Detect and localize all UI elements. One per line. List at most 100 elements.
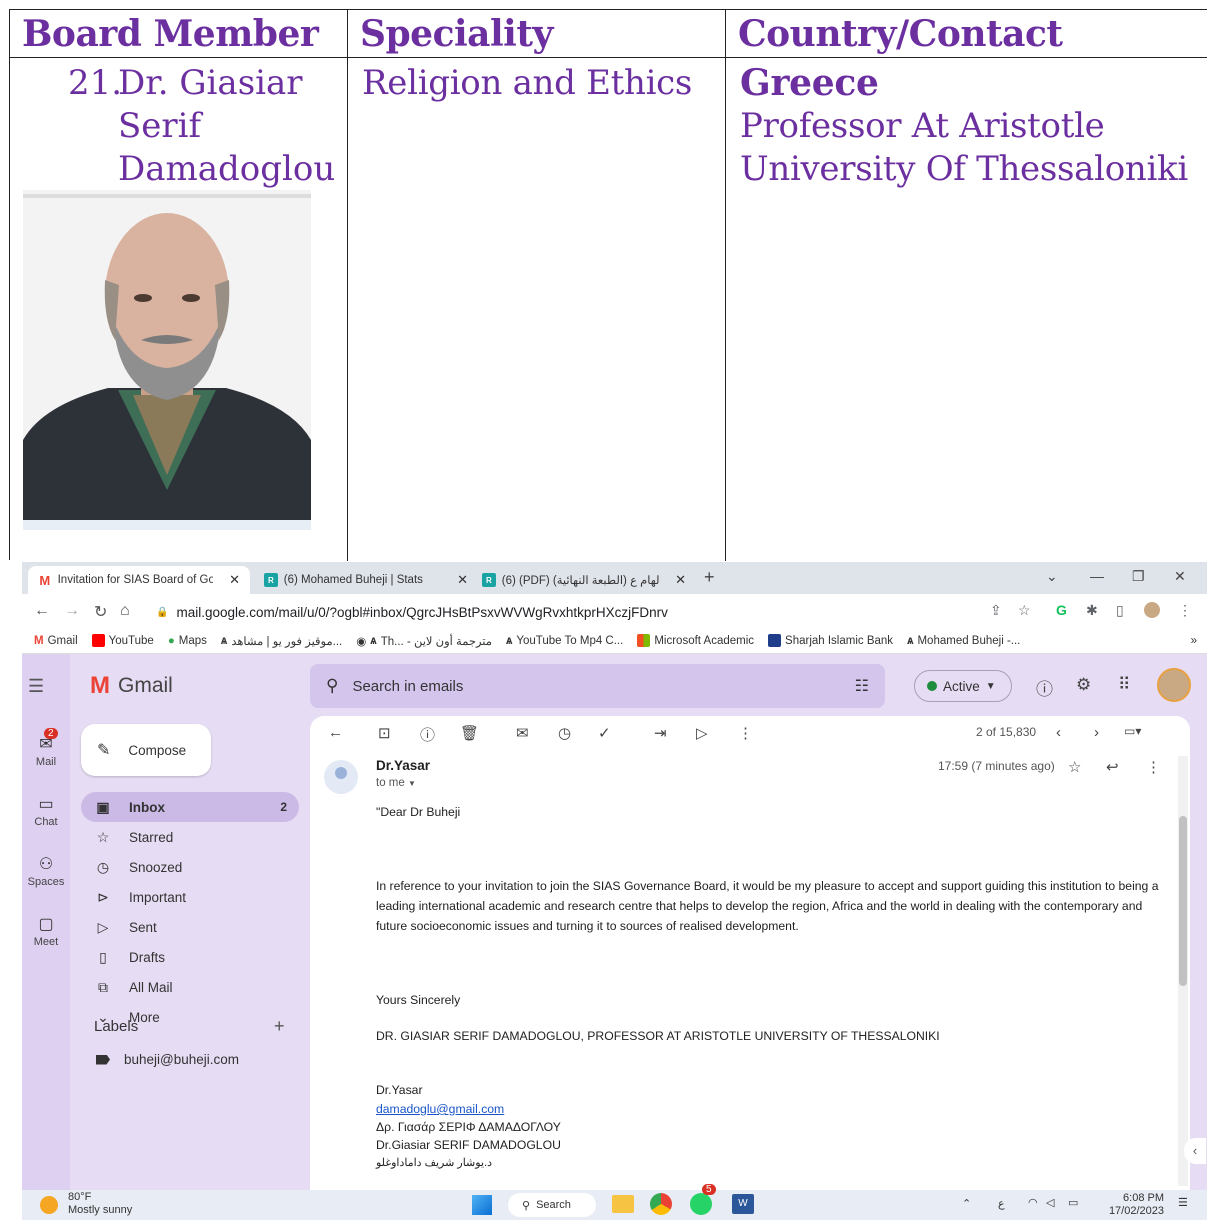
profile-avatar[interactable] xyxy=(1144,602,1160,618)
wifi-icon[interactable]: ◠ xyxy=(1028,1196,1038,1209)
tab-researchgate-stats[interactable]: R (6) Mohamed Buheji | Stats ✕ xyxy=(254,566,478,594)
taskbar-search[interactable]: ⚲ Search xyxy=(508,1193,596,1217)
account-avatar[interactable] xyxy=(1157,668,1191,702)
status-dropdown[interactable]: Active ▼ xyxy=(914,670,1012,702)
folder-snoozed[interactable]: ◷ Snoozed xyxy=(81,852,299,882)
add-task-icon[interactable]: ✓ xyxy=(598,724,611,742)
tab-researchgate-pdf[interactable]: R (6) (PDF) (الطبعة النهائية) الالهام ع.… xyxy=(472,566,696,594)
mark-unread-icon[interactable]: ✉ xyxy=(516,724,529,742)
compose-button[interactable]: ✎ Compose xyxy=(81,724,211,776)
bookmarks-overflow[interactable]: » xyxy=(1191,635,1197,647)
back-arrow-icon[interactable]: ← xyxy=(34,602,50,620)
search-icon[interactable]: ⚲ xyxy=(326,676,338,696)
folder-inbox[interactable]: ▣ Inbox 2 xyxy=(81,792,299,822)
bookmark-youtube-to-mp4[interactable]: ѧ YouTube To Mp4 C... xyxy=(506,635,623,647)
reply-icon[interactable]: ↩ xyxy=(1106,758,1119,776)
rail-mail[interactable]: ✉ 2 Mail xyxy=(22,728,70,768)
language-indicator[interactable]: ع xyxy=(998,1197,1005,1210)
address-bar[interactable]: 🔒 mail.google.com/mail/u/0/?ogbl#inbox/Q… xyxy=(142,599,1042,625)
extensions-icon[interactable]: ✱ xyxy=(1086,602,1098,619)
home-icon[interactable]: ⌂ xyxy=(120,602,130,620)
recipient-details[interactable]: to me ▼ xyxy=(376,777,416,789)
menu-kebab-icon[interactable]: ⋮ xyxy=(1178,602,1192,619)
weather-sun-icon[interactable] xyxy=(40,1196,58,1214)
clock[interactable]: 6:08 PM 17/02/2023 xyxy=(1102,1192,1164,1218)
apps-grid-icon[interactable]: ⠿ xyxy=(1118,675,1130,695)
windows-start-icon[interactable] xyxy=(472,1195,492,1215)
rail-spaces[interactable]: ⚇ Spaces xyxy=(22,854,70,888)
help-icon[interactable]: ⓘ xyxy=(1036,675,1053,700)
settings-gear-icon[interactable]: ⚙ xyxy=(1076,675,1091,695)
share-icon[interactable]: ⇪ xyxy=(990,602,1002,619)
minimize-icon[interactable]: — xyxy=(1090,568,1104,584)
chrome-icon[interactable] xyxy=(650,1193,672,1215)
bookmark-gmail[interactable]: M Gmail xyxy=(34,635,78,647)
tab-gmail-invitation[interactable]: M Invitation for SIAS Board of Gove ✕ xyxy=(28,566,250,594)
delete-icon[interactable]: 🗑 xyxy=(460,724,479,742)
bookmark-star-icon[interactable]: ☆ xyxy=(1018,602,1031,619)
close-window-icon[interactable]: ✕ xyxy=(1174,568,1186,585)
forward-arrow-icon[interactable]: → xyxy=(64,602,80,620)
tab-title: (6) Mohamed Buheji | Stats xyxy=(283,574,423,586)
bookmark-mohamed-buheji[interactable]: ѧ Mohamed Buheji -... xyxy=(907,635,1020,647)
scroll-thumb[interactable] xyxy=(1179,816,1187,986)
new-tab-button[interactable]: + xyxy=(704,567,715,588)
label-icon[interactable]: ▷ xyxy=(696,724,708,742)
older-chevron-icon[interactable]: › xyxy=(1094,724,1099,741)
add-label-icon[interactable]: + xyxy=(274,1016,285,1037)
search-options-icon[interactable]: ☷ xyxy=(855,676,869,696)
bookmark-maps[interactable]: ● Maps xyxy=(168,635,207,647)
star-email-icon[interactable]: ☆ xyxy=(1068,758,1081,776)
signature-email-link[interactable]: damadoglu@gmail.com xyxy=(376,1102,504,1116)
gmail-logo[interactable]: M Gmail xyxy=(90,672,173,700)
side-panel-toggle-icon[interactable]: ‹ xyxy=(1184,1138,1206,1164)
report-spam-icon[interactable]: ⓘ xyxy=(420,724,435,745)
country-value: Greece xyxy=(740,62,879,104)
notifications-icon[interactable]: ☰ xyxy=(1178,1196,1188,1209)
folder-sent[interactable]: ▷ Sent xyxy=(81,912,299,942)
whatsapp-icon[interactable] xyxy=(690,1193,712,1215)
back-to-inbox-icon[interactable]: ← xyxy=(328,724,343,741)
move-to-icon[interactable]: ⇥ xyxy=(654,724,667,742)
folder-drafts[interactable]: ▯ Drafts xyxy=(81,942,299,972)
search-bar[interactable]: ⚲ Search in emails ☷ xyxy=(310,664,885,708)
important-icon: ⊳ xyxy=(97,888,109,905)
contact-line: Professor At Aristotle xyxy=(740,106,1105,146)
grammarly-icon[interactable]: G xyxy=(1056,602,1067,618)
sender-name[interactable]: Dr.Yasar xyxy=(376,758,430,773)
search-icon: ⚲ xyxy=(522,1199,531,1212)
folder-starred[interactable]: ☆ Starred xyxy=(81,822,299,852)
email-more-icon[interactable]: ⋮ xyxy=(1146,758,1161,776)
more-options-icon[interactable]: ⋮ xyxy=(738,724,753,742)
bookmark-translated[interactable]: ◉ ѧ Th... - مترجمة أون لاين xyxy=(356,634,492,648)
restore-icon[interactable]: ❐ xyxy=(1132,568,1145,585)
pencil-icon: ✎ xyxy=(97,742,111,759)
rail-meet[interactable]: ▢ Meet xyxy=(22,914,70,948)
input-tools-icon[interactable]: ▭▾ xyxy=(1124,724,1141,738)
tab-search-chevron-icon[interactable]: ⌄ xyxy=(1046,568,1058,585)
snooze-icon[interactable]: ◷ xyxy=(558,724,571,742)
weather-widget[interactable]: 80°F Mostly sunny xyxy=(68,1191,132,1217)
battery-icon[interactable]: ▭ xyxy=(1068,1196,1078,1209)
file-explorer-icon[interactable] xyxy=(612,1195,634,1213)
rail-chat[interactable]: ▭ Chat xyxy=(22,794,70,828)
tray-chevron-up-icon[interactable]: ⌃ xyxy=(962,1197,971,1210)
bookmark-youtube[interactable]: YouTube xyxy=(91,634,154,647)
bookmark-microsoft-academic[interactable]: Microsoft Academic xyxy=(637,634,754,647)
newer-chevron-icon[interactable]: ‹ xyxy=(1056,724,1061,741)
label-buheji[interactable]: buheji@buheji.com xyxy=(96,1052,239,1067)
close-tab-icon[interactable]: ✕ xyxy=(457,572,468,588)
hamburger-menu-icon[interactable]: ☰ xyxy=(28,676,44,697)
word-icon[interactable]: W xyxy=(732,1194,754,1214)
close-tab-icon[interactable]: ✕ xyxy=(229,572,240,588)
archive-icon[interactable]: ⊡ xyxy=(378,724,391,742)
volume-icon[interactable]: ◁ xyxy=(1046,1196,1054,1209)
reload-icon[interactable]: ↻ xyxy=(94,602,107,622)
bookmark-sharjah-islamic-bank[interactable]: Sharjah Islamic Bank xyxy=(768,634,893,647)
side-panel-icon[interactable]: ▯ xyxy=(1116,602,1124,619)
close-tab-icon[interactable]: ✕ xyxy=(675,572,686,588)
email-scrollbar[interactable] xyxy=(1178,756,1188,1186)
bookmark-movies[interactable]: ѧ موقيز فور يو | مشاهد... xyxy=(221,634,342,648)
folder-all-mail[interactable]: ⧉ All Mail xyxy=(81,972,299,1002)
folder-important[interactable]: ⊳ Important xyxy=(81,882,299,912)
